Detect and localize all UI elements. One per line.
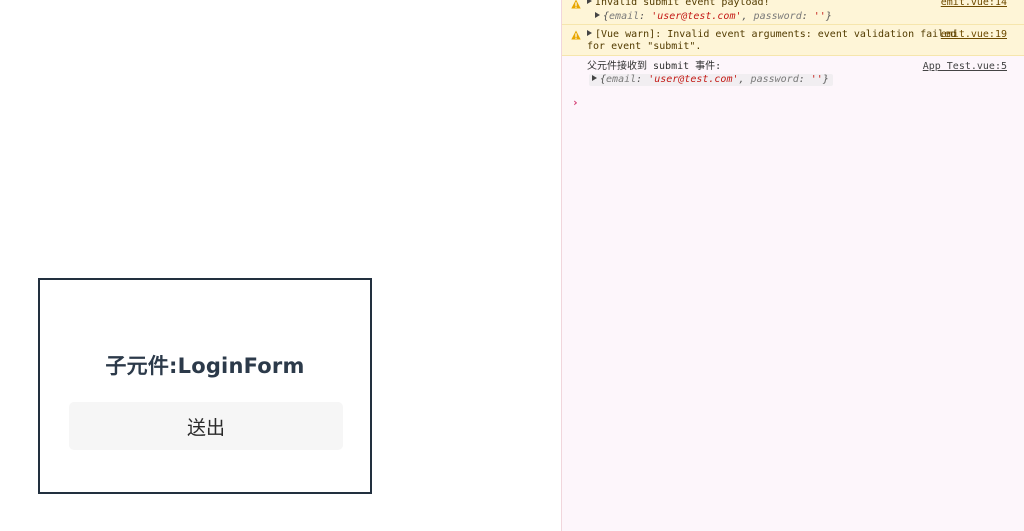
expand-toggle[interactable] — [595, 12, 600, 18]
console-prompt[interactable]: › — [572, 96, 579, 109]
console-message-text: 父元件接收到 submit 事件: — [587, 61, 722, 72]
source-link[interactable]: emit.vue:19 — [941, 29, 1007, 41]
card-title: 子元件:LoginForm — [105, 354, 305, 378]
console-message-text-continued: for event "submit". — [587, 41, 702, 52]
console-warning: [Vue warn]: Invalid event arguments: eve… — [562, 25, 1024, 56]
source-link[interactable]: App Test.vue:5 — [923, 61, 1007, 73]
console-warning: Invalid submit event payload! emit.vue:1… — [562, 0, 1024, 25]
source-link[interactable]: emit.vue:14 — [941, 0, 1007, 9]
expand-toggle[interactable] — [587, 0, 592, 4]
console-message-text: [Vue warn]: Invalid event arguments: eve… — [595, 29, 957, 40]
warning-icon — [571, 30, 581, 40]
app-preview: 子元件:LoginForm 送出 — [0, 0, 561, 531]
console-log: 父元件接收到 submit 事件: App Test.vue:5 {email:… — [562, 56, 1024, 90]
expand-toggle[interactable] — [592, 75, 597, 81]
login-form-card: 子元件:LoginForm 送出 — [38, 278, 372, 494]
object-preview[interactable]: {email: 'user@test.com', password: ''} — [587, 11, 1016, 23]
expand-toggle[interactable] — [587, 30, 592, 36]
devtools-console: Invalid submit event payload! emit.vue:1… — [561, 0, 1024, 531]
object-preview[interactable]: {email: 'user@test.com', password: ''} — [589, 74, 833, 86]
console-message-text: Invalid submit event payload! — [595, 0, 770, 8]
warning-icon — [571, 0, 581, 9]
submit-button[interactable]: 送出 — [69, 402, 343, 450]
app-window: 子元件:LoginForm 送出 Invalid submit event pa… — [0, 0, 1024, 531]
